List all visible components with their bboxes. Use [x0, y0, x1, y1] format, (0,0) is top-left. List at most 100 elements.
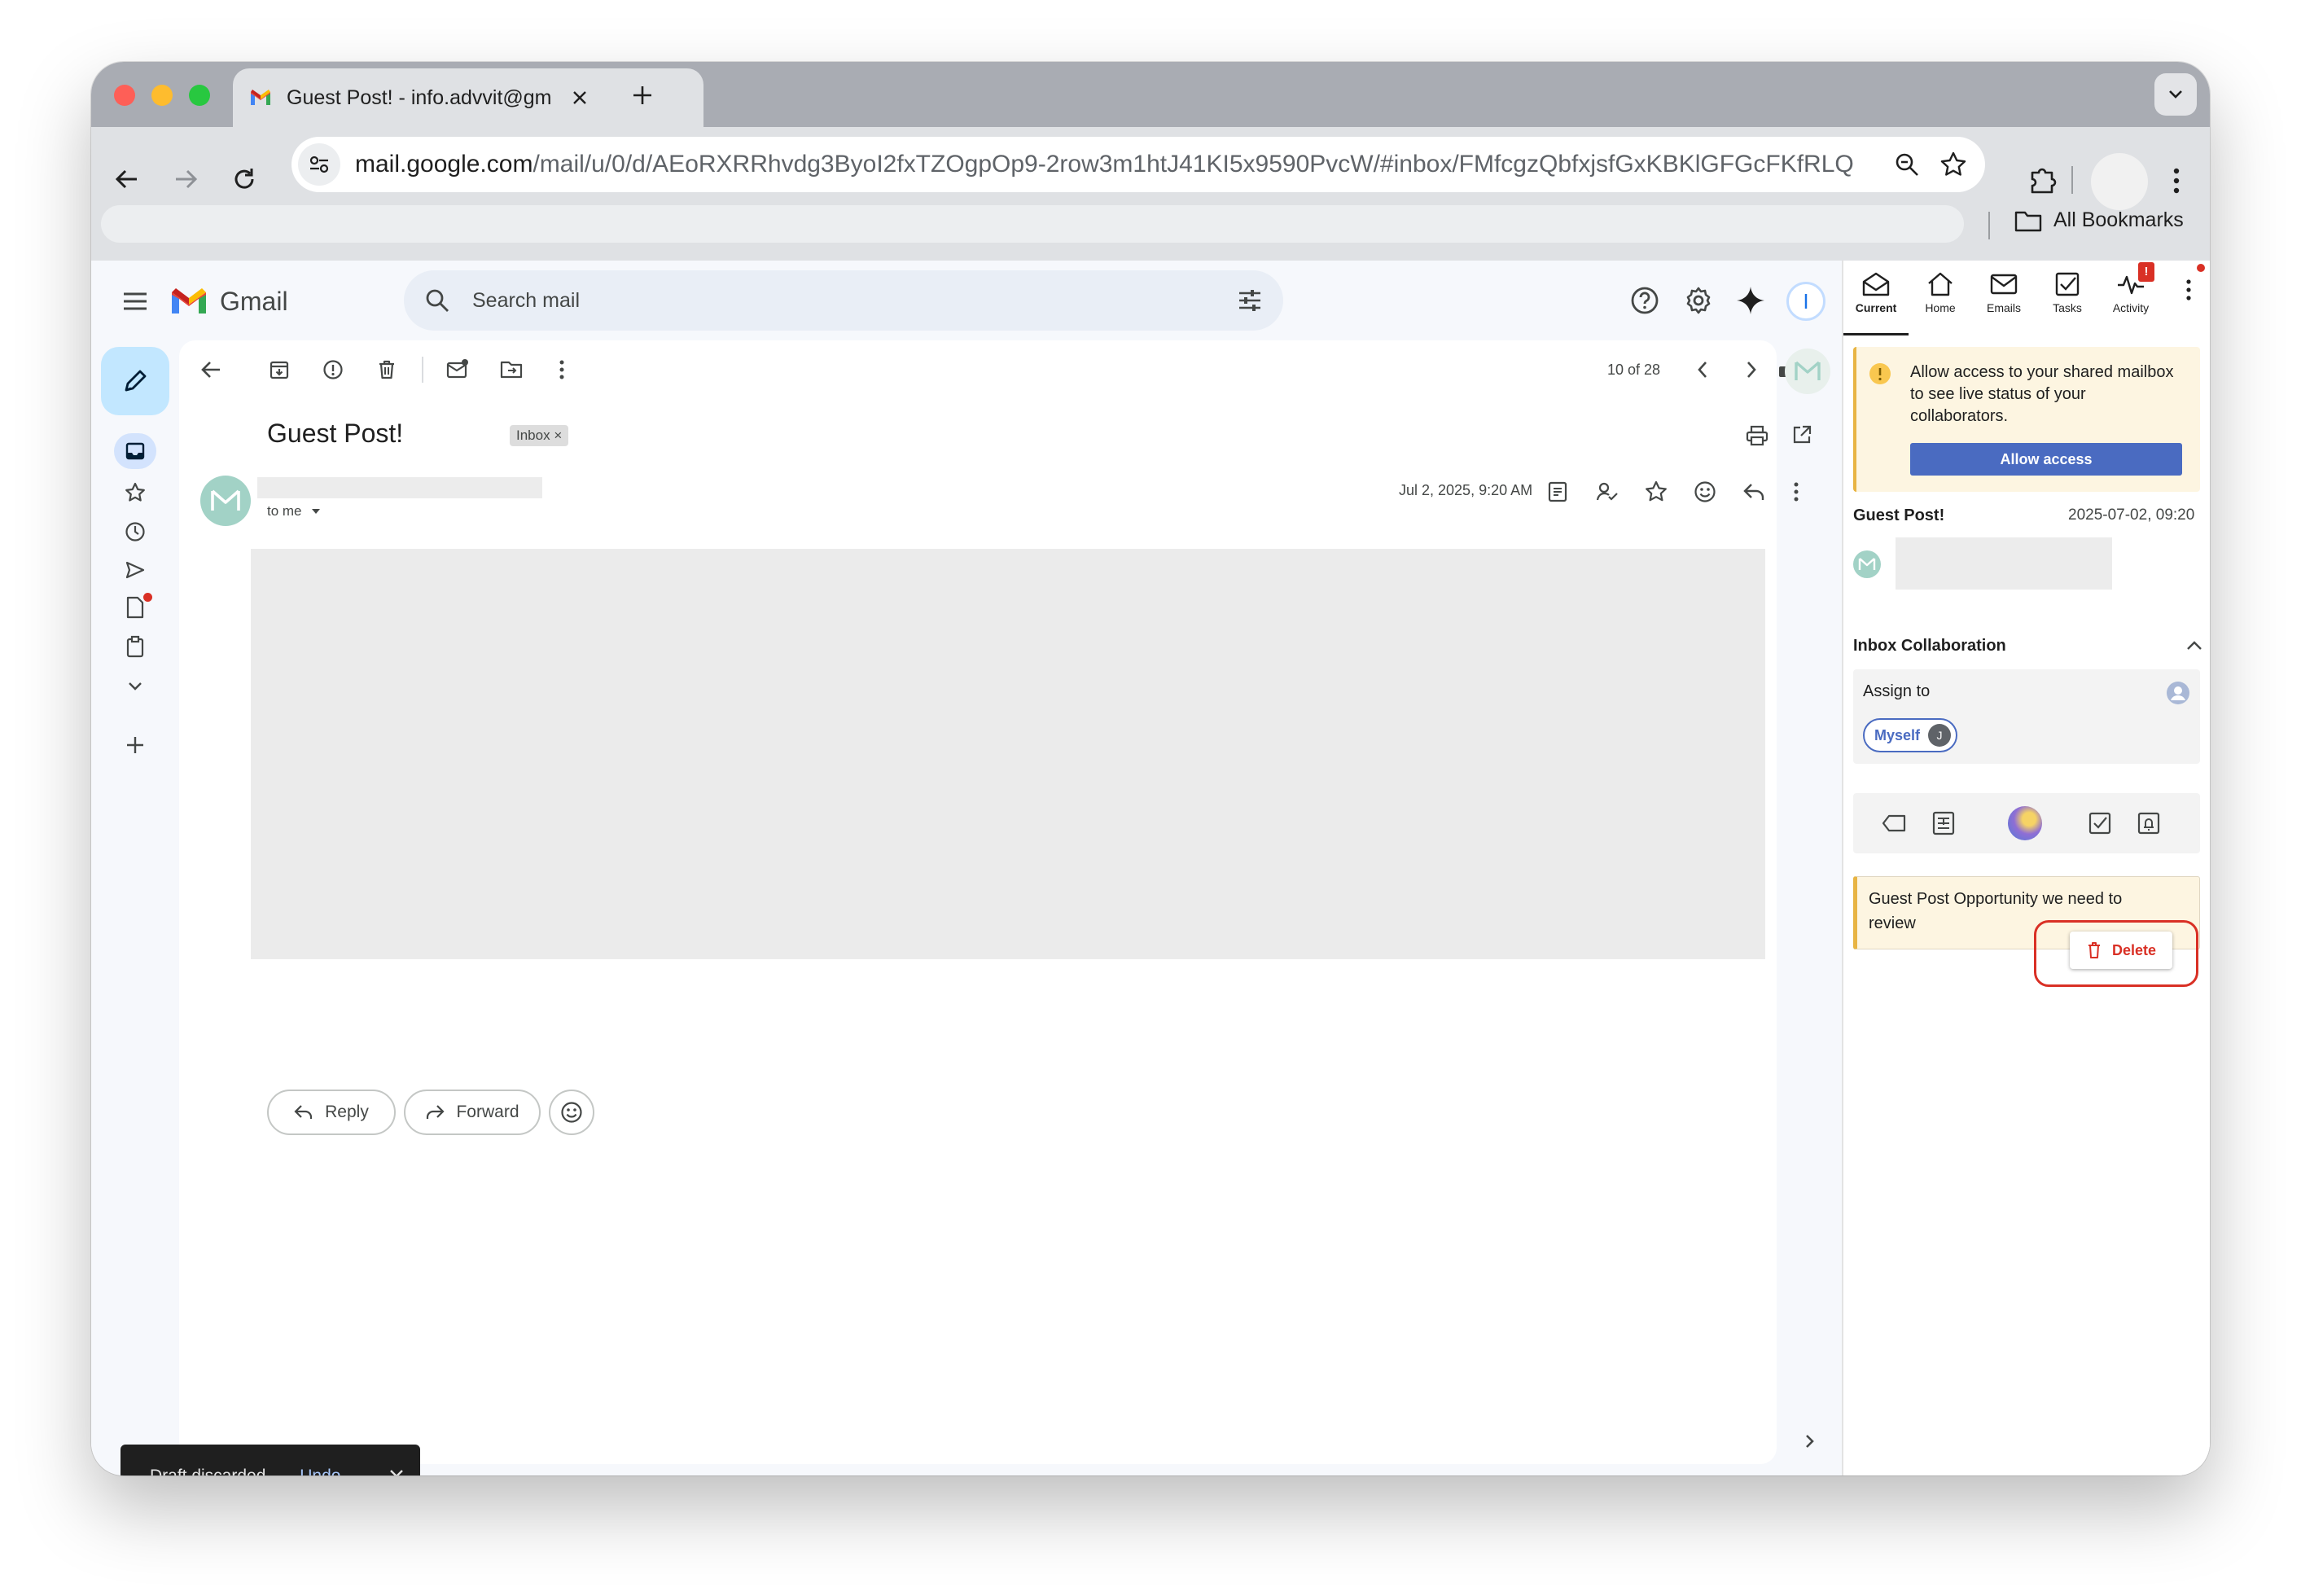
remove-label-icon[interactable]: ×	[554, 428, 562, 443]
nav-clipboard-icon[interactable]	[125, 635, 146, 658]
settings-gear-icon[interactable]	[1684, 286, 1713, 315]
move-to-folder-icon[interactable]	[500, 358, 523, 379]
search-bar[interactable]: Search mail	[404, 270, 1283, 331]
hamburger-menu-icon[interactable]	[122, 292, 148, 311]
assignee-chip-myself[interactable]: Myself J	[1863, 718, 1958, 752]
summary-icon[interactable]	[1547, 480, 1568, 503]
back-icon[interactable]	[114, 166, 140, 192]
tab-home[interactable]: Home	[1909, 261, 1972, 335]
maximize-window-button[interactable]	[189, 85, 210, 106]
chevron-down-icon	[2169, 90, 2182, 99]
tab-current[interactable]: Current	[1843, 261, 1909, 335]
url-path: /mail/u/0/d/AEoRXRRhvdg3ByoI2fxTZOgpOp9-…	[533, 151, 1853, 178]
bookmark-star-icon[interactable]	[1939, 151, 1967, 178]
checkbox-icon	[2055, 272, 2080, 296]
tab-activity[interactable]: Activity !	[2099, 261, 2163, 335]
reload-icon[interactable]	[231, 166, 257, 192]
older-chevron-right-icon[interactable]	[1744, 360, 1759, 379]
assignee-name: Myself	[1874, 726, 1921, 743]
account-avatar[interactable]: I	[1786, 282, 1825, 321]
nav-snoozed-clock-icon[interactable]	[125, 521, 146, 542]
extensions-icon[interactable]	[2027, 164, 2057, 194]
gemini-sparkle-icon[interactable]	[1736, 286, 1765, 315]
search-options-icon[interactable]	[1238, 289, 1262, 312]
newer-chevron-left-icon[interactable]	[1695, 360, 1710, 379]
sidepanel-more-icon[interactable]	[2185, 278, 2192, 301]
minimize-window-button[interactable]	[151, 85, 173, 106]
help-icon[interactable]	[1630, 286, 1659, 315]
dismiss-snackbar-icon[interactable]	[389, 1469, 404, 1475]
message-more-icon[interactable]	[1793, 481, 1799, 502]
gmail-favicon-icon	[251, 90, 270, 105]
close-window-button[interactable]	[114, 85, 135, 106]
archive-icon[interactable]	[269, 359, 290, 380]
zoom-icon[interactable]	[1894, 151, 1920, 178]
warning-icon	[1869, 363, 1891, 384]
reply-button[interactable]: Reply	[267, 1090, 396, 1135]
report-spam-icon[interactable]	[322, 359, 344, 380]
forward-button[interactable]: Forward	[404, 1090, 541, 1135]
url-host: mail.google.com	[355, 151, 533, 178]
allow-access-button[interactable]: Allow access	[1910, 443, 2182, 476]
addon-m-logo-icon	[1795, 361, 1821, 380]
sidepanel-sender-redacted	[1896, 537, 2112, 590]
emoji-react-icon[interactable]	[1694, 480, 1716, 503]
site-info-icon[interactable]	[298, 143, 340, 186]
folder-icon	[2014, 211, 2042, 231]
mark-unread-icon[interactable]	[446, 358, 469, 379]
star-message-icon[interactable]	[1645, 480, 1668, 503]
add-task-checkbox-icon[interactable]	[2088, 811, 2112, 835]
gmail-logo-icon	[172, 287, 206, 314]
snackbar-message: Draft discarded.	[150, 1467, 270, 1475]
reply-arrow-icon[interactable]	[1742, 482, 1765, 502]
gmail-logo-text: Gmail	[220, 287, 288, 316]
back-to-inbox-icon[interactable]	[200, 360, 221, 379]
delete-note-button[interactable]: Delete	[2070, 932, 2172, 969]
search-icon[interactable]	[425, 288, 449, 313]
print-icon[interactable]	[1746, 425, 1768, 446]
inbox-label-chip[interactable]: Inbox ×	[510, 425, 569, 446]
more-actions-icon[interactable]	[559, 359, 565, 380]
emoji-button[interactable]	[549, 1090, 594, 1135]
forward-icon	[427, 1105, 445, 1119]
email-date: Jul 2, 2025, 9:20 AM	[1399, 482, 1533, 498]
all-bookmarks-button[interactable]: All Bookmarks	[2014, 208, 2184, 232]
trash-icon	[2088, 942, 2100, 958]
search-input[interactable]: Search mail	[472, 289, 1238, 313]
tag-label-icon[interactable]	[1881, 813, 1907, 833]
compose-button[interactable]	[101, 347, 169, 415]
nav-starred-star-icon[interactable]	[125, 482, 146, 503]
nav-more-chevron-icon[interactable]	[126, 681, 144, 692]
nav-drafts-icon[interactable]	[125, 596, 146, 619]
addon-app-icon[interactable]	[1785, 349, 1830, 394]
profile-avatar[interactable]	[2091, 153, 2148, 210]
person-picker-icon[interactable]	[2166, 681, 2190, 705]
address-bar[interactable]: mail.google.com/mail/u/0/d/AEoRXRRhvdg3B…	[291, 137, 1985, 192]
sender-logo-icon	[211, 489, 240, 511]
nav-add-label-icon[interactable]	[125, 734, 146, 756]
undo-button[interactable]: Undo	[300, 1467, 340, 1475]
gmail-logo[interactable]: Gmail	[169, 287, 288, 317]
open-in-new-window-icon[interactable]	[1791, 424, 1812, 445]
nav-sent-icon[interactable]	[125, 560, 146, 580]
reply-label: Reply	[325, 1103, 369, 1121]
addon-sidepanel: Current Home Emails Tasks Activity ! All…	[1842, 261, 2210, 1475]
delete-trash-icon[interactable]	[376, 359, 397, 380]
notes-document-icon[interactable]	[1931, 810, 1956, 836]
close-tab-icon[interactable]	[572, 90, 588, 106]
recipients-toggle[interactable]: to me	[267, 503, 322, 520]
bookmarks-bar	[101, 205, 1964, 243]
inbox-collaboration-title: Inbox Collaboration	[1853, 637, 2006, 655]
new-tab-icon[interactable]	[632, 85, 653, 106]
assign-person-icon[interactable]	[1596, 481, 1619, 502]
browser-menu-icon[interactable]	[2172, 168, 2180, 194]
tab-search-button[interactable]	[2154, 73, 2197, 116]
globe-app-icon[interactable]	[2008, 806, 2042, 840]
collapse-chevron-up-icon[interactable]	[2185, 640, 2203, 651]
nav-inbox[interactable]	[114, 433, 156, 469]
reminder-bell-icon[interactable]	[2137, 811, 2161, 835]
forward-icon[interactable]	[173, 166, 199, 192]
addon-toggle-chevron-icon[interactable]	[1804, 1433, 1816, 1449]
tab-tasks[interactable]: Tasks	[2036, 261, 2099, 335]
tab-emails[interactable]: Emails	[1972, 261, 2036, 335]
